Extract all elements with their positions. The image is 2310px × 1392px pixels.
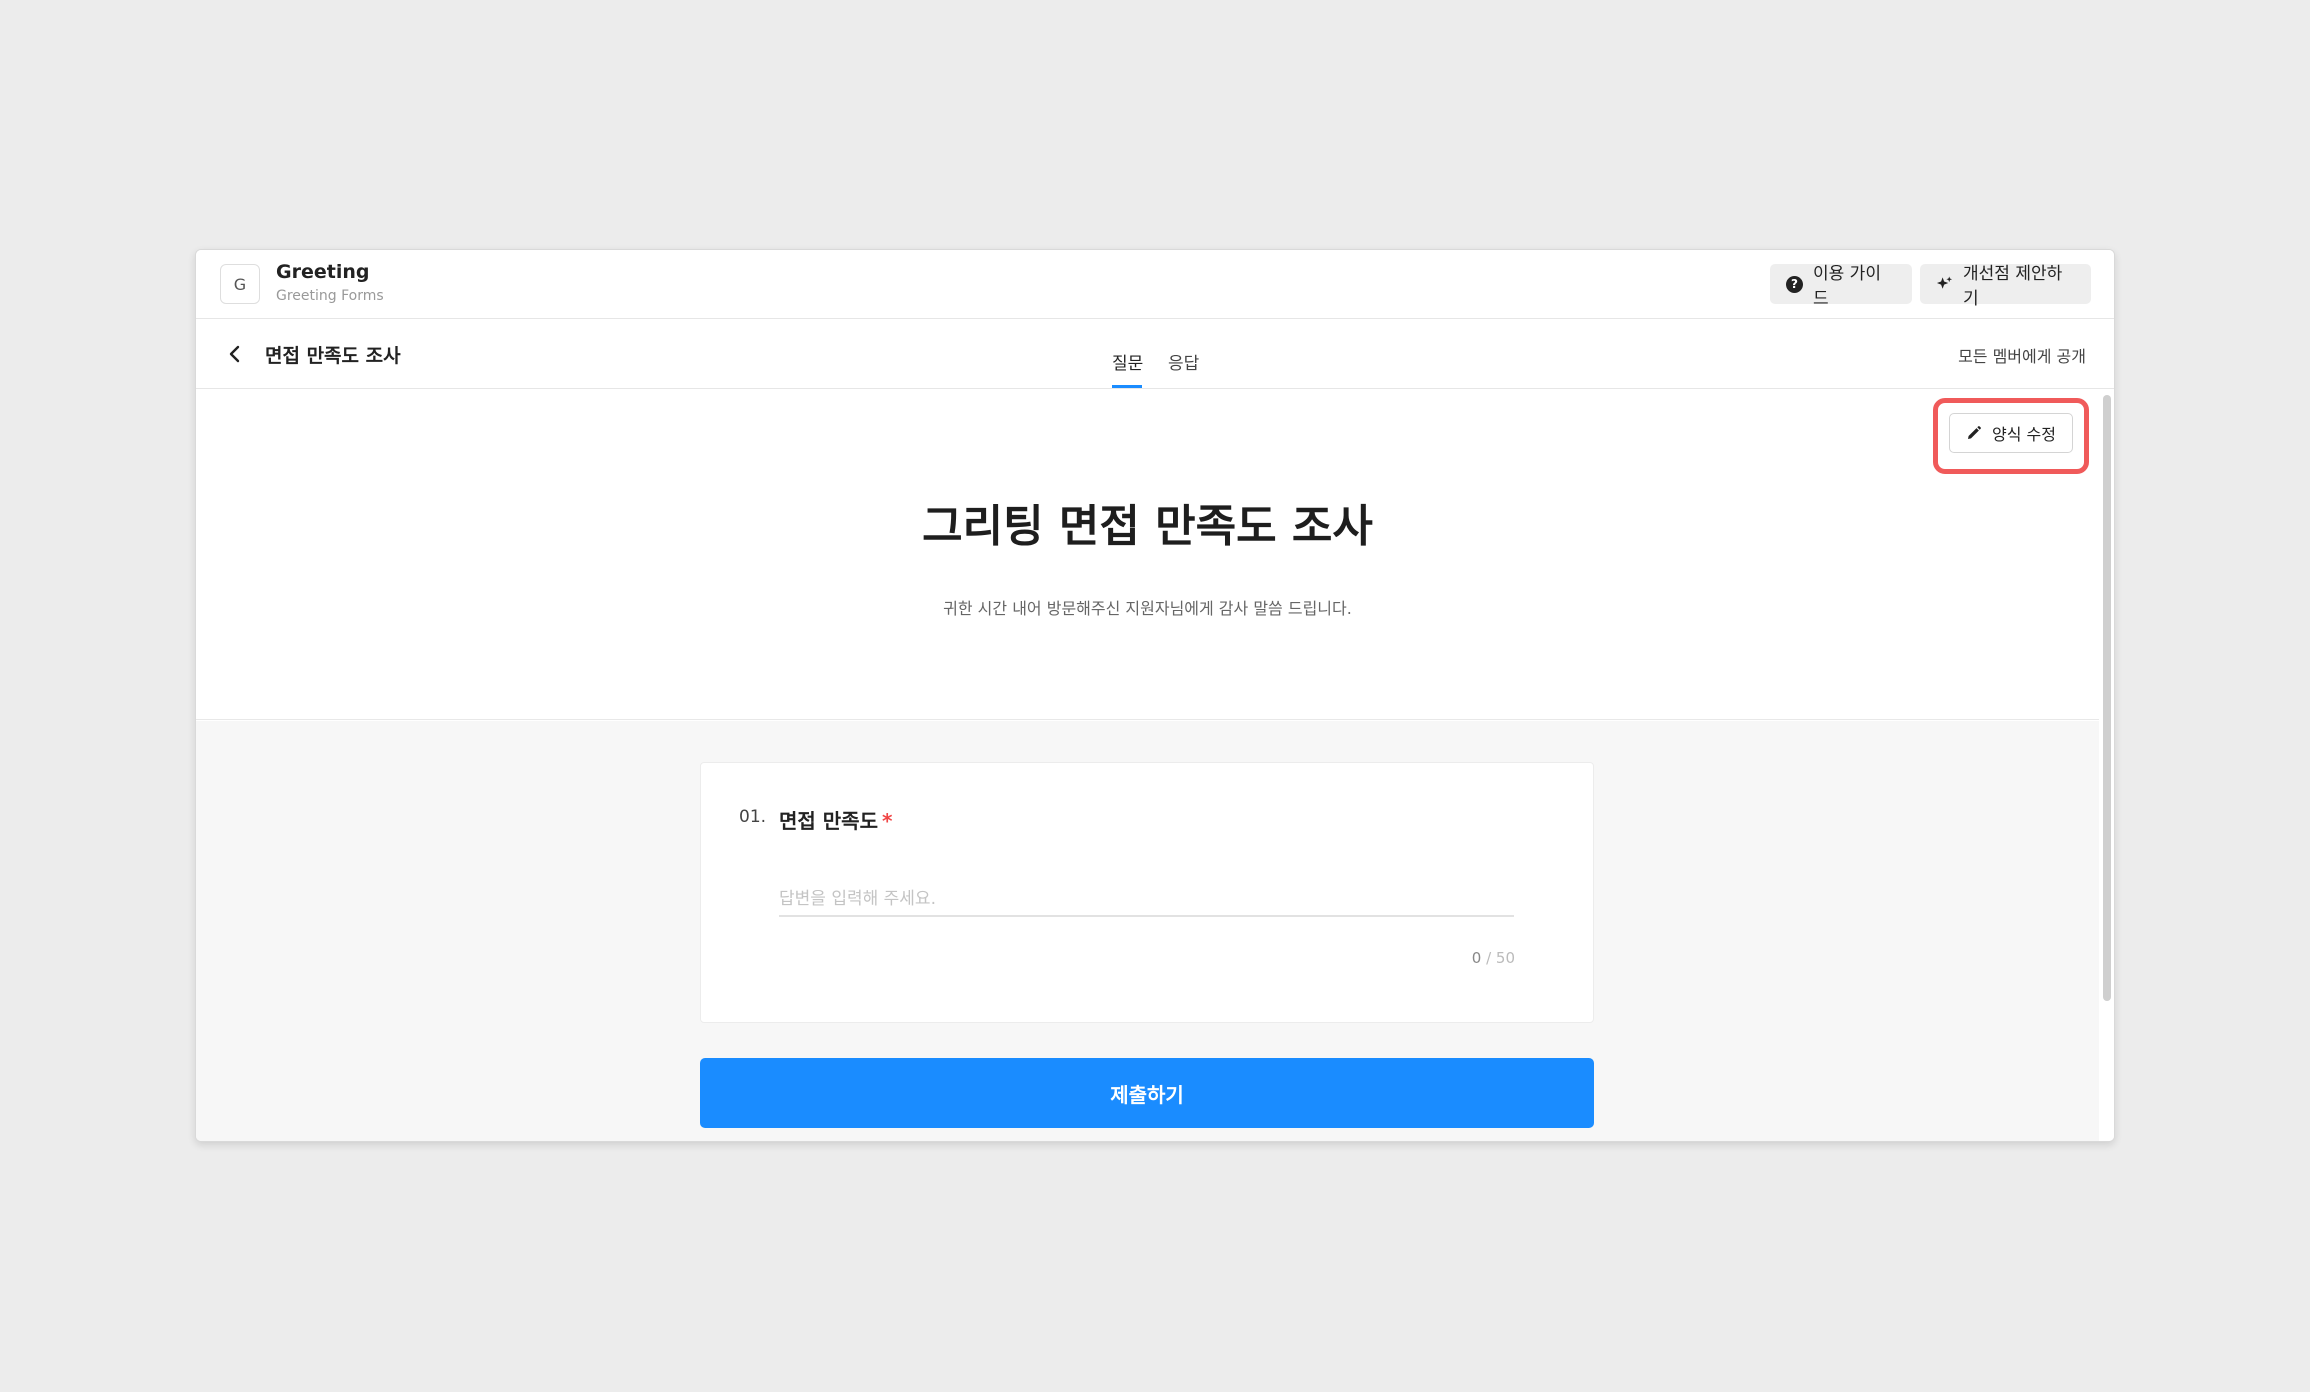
answer-input[interactable] [779,883,1514,917]
question-title: 면접 만족도 * [779,805,892,834]
suggest-improvement-button[interactable]: 개선점 제안하기 [1920,264,2091,309]
tab-question[interactable]: 질문 [1112,349,1143,374]
form-title: 그리팅 면접 만족도 조사 [922,501,1373,552]
help-circle-icon: ? [1786,275,1803,293]
chevron-left-icon[interactable] [224,343,246,365]
submit-button[interactable]: 제출하기 [700,1058,1594,1128]
guide-button[interactable]: ? 이용 가이드 [1770,264,1912,309]
app-logo: G [220,264,260,304]
form-header-bar: 면접 만족도 조사 질문 응답 모든 멤버에게 공개 [196,319,2114,389]
question-number: 01. [739,807,767,827]
active-tab-indicator [1112,385,1142,388]
top-bar: G Greeting Greeting Forms ? 이용 가이드 개선점 제… [196,250,2114,319]
character-max: / 50 [1486,949,1515,967]
app-subtitle: Greeting Forms [276,288,384,304]
required-mark: * [881,809,893,833]
edit-form-button[interactable]: 양식 수정 [1949,413,2073,453]
question-title-text: 면접 만족도 [779,809,878,833]
pencil-icon [1968,426,1981,439]
app-window: G Greeting Greeting Forms ? 이용 가이드 개선점 제… [195,249,2115,1142]
form-name: 면접 만족도 조사 [265,345,401,367]
visibility-setting[interactable]: 모든 멤버에게 공개 [1958,343,2086,367]
app-title: Greeting [276,261,370,283]
character-count: 0 [1471,949,1482,967]
character-counter: 0 / 50 [1472,949,1515,967]
form-intro [196,390,2099,720]
tab-response[interactable]: 응답 [1168,349,1199,374]
scrollbar-thumb[interactable] [2103,395,2111,1001]
suggest-button-label: 개선점 제안하기 [1963,264,2063,309]
edit-form-label: 양식 수정 [1992,425,2056,444]
question-card: 01. 면접 만족도* 0 / 50 [700,762,1594,1023]
form-description: 귀한 시간 내어 방문해주신 지원자님에게 감사 말씀 드립니다. [943,599,1352,618]
guide-button-label: 이용 가이드 [1813,264,1881,309]
sparkle-icon [1936,276,1953,293]
